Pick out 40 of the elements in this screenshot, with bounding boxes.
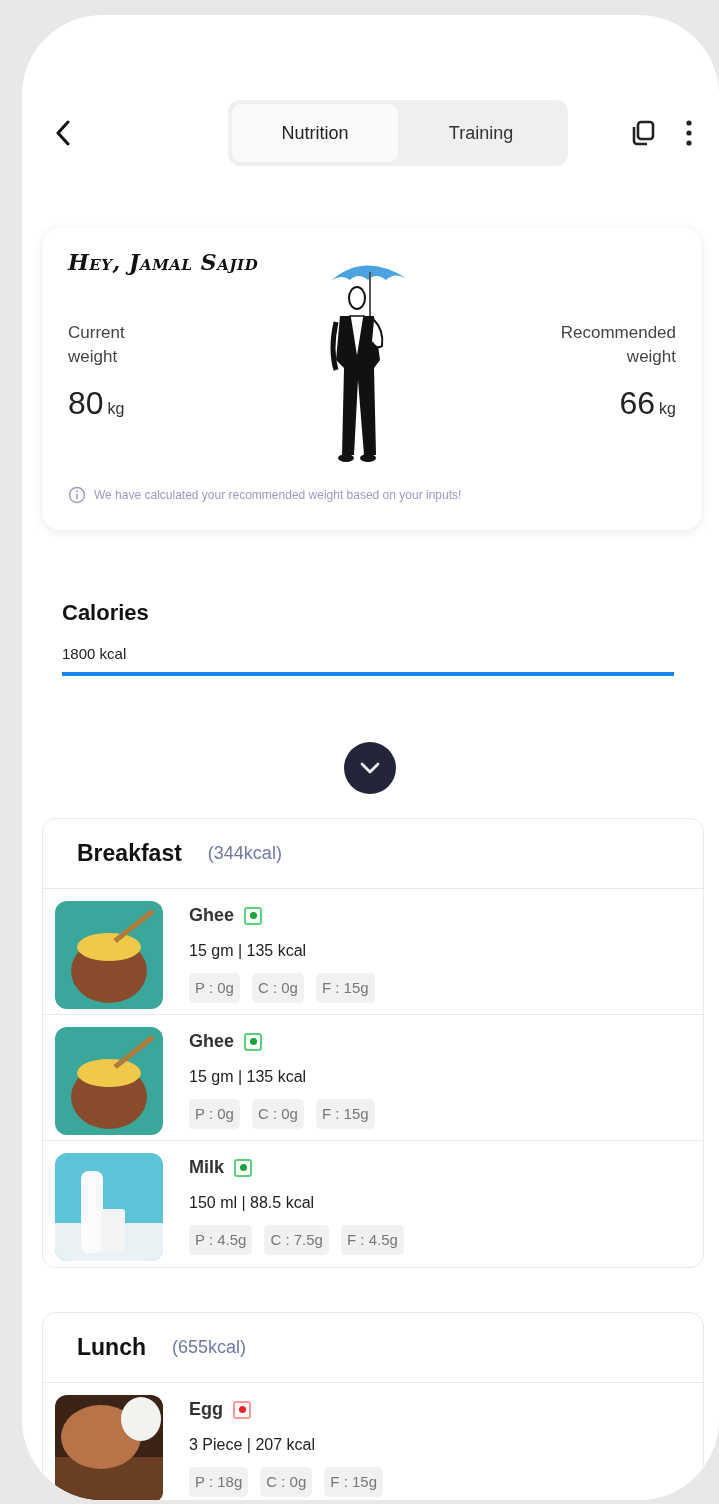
- food-name: Ghee: [189, 1030, 235, 1053]
- food-amount: 15 gm | 135 kcal: [189, 940, 308, 961]
- current-weight-value: 80 kg: [68, 384, 126, 423]
- macro-tag: C : 0g: [251, 972, 304, 1003]
- greeting-text: Hey, Jamal Sajid: [68, 248, 260, 277]
- macro-tag: C : 7.5g: [264, 1224, 329, 1255]
- tab[interactable]: Nutrition: [232, 104, 398, 162]
- macro-tag: P : 0g: [189, 1098, 240, 1129]
- food-amount: 150 ml | 88.5 kcal: [189, 1192, 316, 1213]
- chevron-down-icon: [359, 760, 381, 775]
- calories-title: Calories: [62, 599, 150, 627]
- food-amount: 3 Piece | 207 kcal: [189, 1434, 316, 1455]
- macro-tag: F : 15g: [315, 972, 375, 1003]
- meal-title: Lunch: [77, 1332, 146, 1362]
- info-icon: [68, 486, 86, 504]
- food-name: Ghee: [189, 904, 235, 927]
- macro-tag: F : 15g: [315, 1098, 375, 1129]
- recommended-weight-label: Recommended weight: [559, 322, 676, 368]
- macro-tag: P : 18g: [189, 1466, 249, 1497]
- meal-title: Breakfast: [77, 838, 182, 868]
- macro-tag: C : 0g: [260, 1466, 313, 1497]
- food-name: Egg: [189, 1398, 223, 1421]
- calories-input-field[interactable]: 1800 kcal: [62, 637, 674, 676]
- meal-calories: (655kcal): [172, 1335, 247, 1359]
- macro-tag: P : 0g: [189, 972, 240, 1003]
- macro-tag: C : 0g: [251, 1098, 304, 1129]
- macro-tag: P : 4.5g: [189, 1224, 253, 1255]
- current-weight-label: Current weight: [68, 322, 126, 368]
- kebab-menu-icon: [686, 120, 692, 146]
- macro-tag: F : 15g: [324, 1466, 383, 1497]
- tab[interactable]: Training: [398, 104, 564, 162]
- info-note: We have calculated your recommended weight based on your inputs!: [94, 487, 462, 504]
- food-name: Milk: [189, 1156, 224, 1179]
- back-chevron-icon: [55, 120, 71, 146]
- copy-icon: [630, 119, 656, 147]
- food-amount: 15 gm | 135 kcal: [189, 1066, 308, 1087]
- expand-button[interactable]: [344, 741, 396, 794]
- recommended-weight-value: 66 kg: [619, 384, 676, 423]
- meal-calories: (344kcal): [207, 841, 282, 865]
- macro-tag: F : 4.5g: [340, 1224, 404, 1255]
